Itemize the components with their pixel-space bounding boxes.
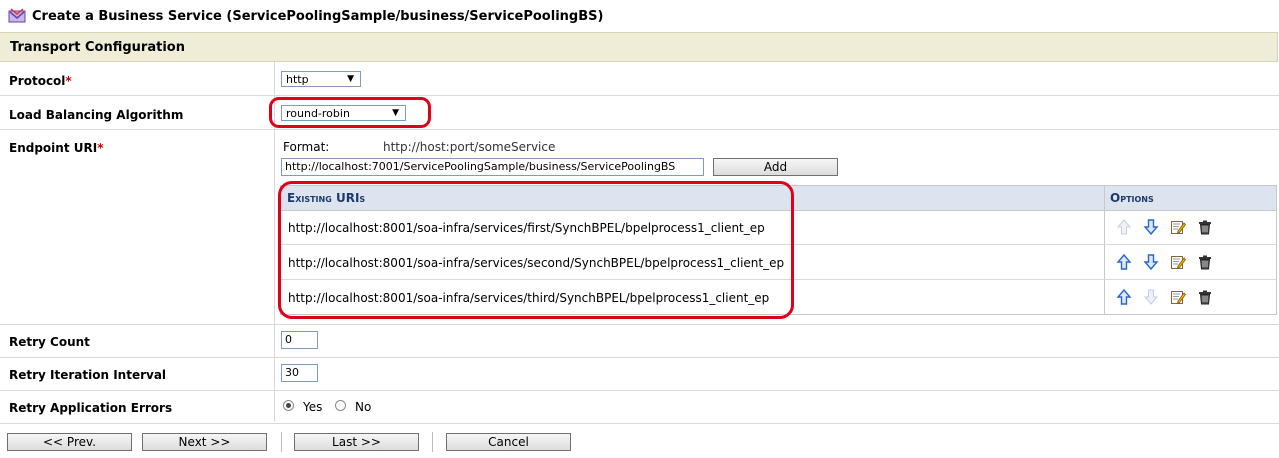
delete-icon[interactable]: [1197, 289, 1213, 305]
load-balancing-label: Load Balancing Algorithm: [9, 108, 184, 122]
retry-interval-row: Retry Iteration Interval 30: [0, 358, 1279, 391]
prev-button[interactable]: << Prev.: [7, 433, 132, 451]
arrow-up-icon[interactable]: [1116, 254, 1132, 270]
edit-icon[interactable]: [1170, 289, 1186, 305]
delete-icon[interactable]: [1197, 219, 1213, 235]
delete-icon[interactable]: [1197, 254, 1213, 270]
arrow-up-icon: [1116, 219, 1132, 235]
column-header-options: Options: [1110, 191, 1154, 205]
cancel-button[interactable]: Cancel: [446, 433, 571, 451]
format-value: http://host:port/someService: [383, 140, 556, 154]
edit-icon[interactable]: [1170, 254, 1186, 270]
highlight-box-existing-uris: [278, 181, 794, 319]
radio-yes-label: Yes: [303, 400, 323, 414]
protocol-select[interactable]: http ▼: [281, 71, 361, 87]
protocol-select-value: http: [286, 72, 309, 86]
arrow-up-icon[interactable]: [1116, 289, 1132, 305]
format-label: Format:: [283, 140, 330, 154]
arrow-down-icon[interactable]: [1143, 254, 1159, 270]
service-logo-icon: [8, 8, 26, 23]
add-uri-button[interactable]: Add: [713, 158, 838, 176]
footer-separator: [432, 432, 433, 452]
footer-separator: [281, 432, 282, 452]
section-title: Transport Configuration: [10, 39, 185, 55]
retry-errors-label: Retry Application Errors: [9, 401, 173, 415]
retry-errors-row: Retry Application Errors Yes No: [0, 391, 1279, 424]
retry-count-row: Retry Count 0: [0, 325, 1279, 358]
last-button[interactable]: Last >>: [294, 433, 419, 451]
retry-interval-label: Retry Iteration Interval: [9, 368, 167, 382]
window-titlebar: Create a Business Service (ServicePoolin…: [0, 0, 1279, 32]
retry-interval-input[interactable]: 30: [281, 364, 318, 382]
radio-yes[interactable]: [283, 400, 294, 411]
radio-no[interactable]: [335, 400, 346, 411]
page-title: Create a Business Service (ServicePoolin…: [32, 8, 604, 24]
radio-no-label: No: [355, 400, 372, 414]
arrow-down-icon[interactable]: [1143, 219, 1159, 235]
retry-count-input[interactable]: 0: [281, 331, 318, 349]
protocol-row: Protocol* http ▼: [0, 62, 1279, 96]
retry-count-label: Retry Count: [9, 335, 90, 349]
highlight-box-load-balancing: [269, 97, 431, 128]
next-button[interactable]: Next >>: [142, 433, 267, 451]
protocol-label: Protocol*: [9, 74, 72, 88]
chevron-down-icon: ▼: [347, 74, 354, 84]
endpoint-uri-input[interactable]: http://localhost:7001/ServicePoolingSamp…: [281, 158, 704, 176]
edit-icon[interactable]: [1170, 219, 1186, 235]
arrow-down-icon: [1143, 289, 1159, 305]
endpoint-uri-label: Endpoint URI*: [9, 141, 104, 155]
section-header: Transport Configuration: [0, 32, 1278, 62]
load-balancing-row: Load Balancing Algorithm round-robin ▼: [0, 96, 1279, 130]
